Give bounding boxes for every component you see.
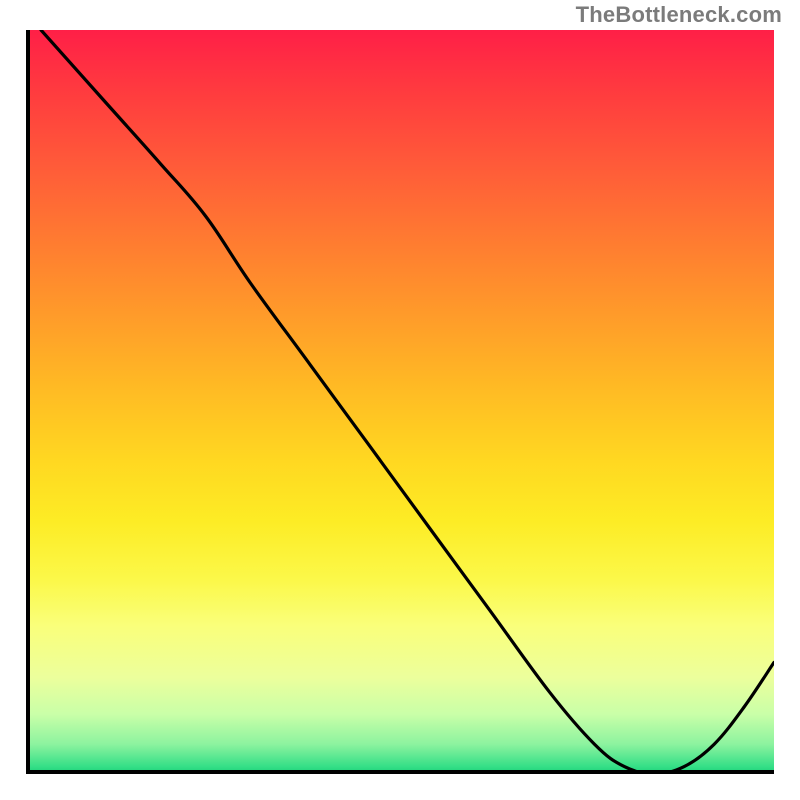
plot-area [26,30,774,774]
attribution-text: TheBottleneck.com [576,2,782,28]
chart-root: TheBottleneck.com [0,0,800,800]
